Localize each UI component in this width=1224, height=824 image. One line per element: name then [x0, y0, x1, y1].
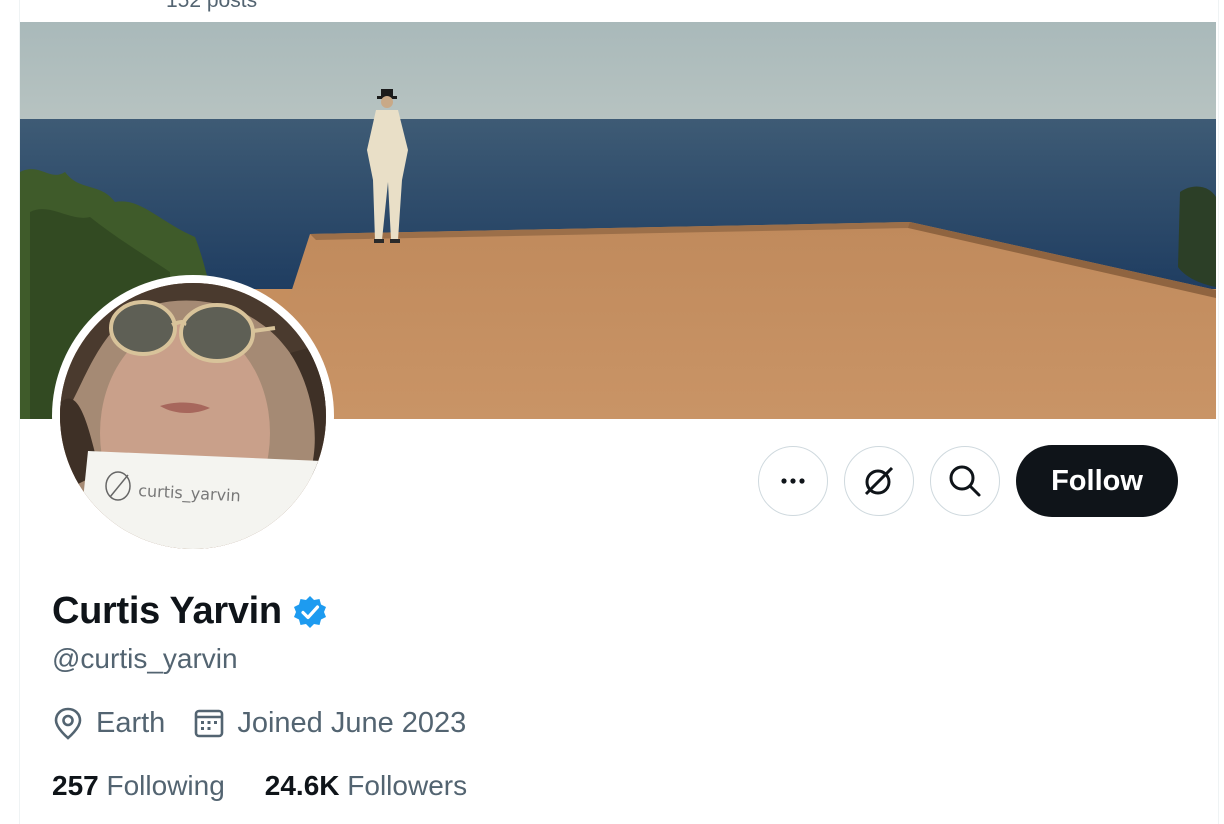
search-icon: [949, 465, 981, 497]
avatar[interactable]: curtis_yarvin: [52, 275, 334, 557]
join-date: Joined June 2023: [193, 707, 466, 740]
posts-count: 152 posts: [166, 0, 258, 12]
following-link[interactable]: 257 Following: [52, 770, 225, 802]
followers-link[interactable]: 24.6K Followers: [265, 770, 467, 802]
display-name: Curtis Yarvin: [52, 590, 282, 632]
follow-button[interactable]: Follow: [1016, 445, 1178, 517]
location-text: Earth: [96, 706, 166, 739]
calendar-icon: [195, 709, 224, 738]
followers-label: Followers: [347, 770, 468, 801]
name-row: Curtis Yarvin: [52, 590, 328, 633]
grok-button[interactable]: [844, 446, 914, 516]
handle: @curtis_yarvin: [52, 643, 238, 674]
following-count: 257: [52, 770, 99, 801]
verified-badge-icon[interactable]: [292, 594, 328, 630]
following-label: Following: [106, 770, 225, 801]
followers-count: 24.6K: [264, 770, 340, 801]
joined-text: Joined June 2023: [237, 706, 467, 739]
search-button[interactable]: [930, 446, 1000, 516]
location: Earth: [52, 706, 165, 740]
location-pin-icon: [54, 707, 82, 740]
grok-icon: [864, 466, 894, 496]
profile-meta: Earth Joined June 2023: [52, 706, 494, 740]
more-button[interactable]: [758, 446, 828, 516]
more-icon: [781, 478, 805, 484]
profile-stats: 257 Following 24.6K Followers: [52, 770, 507, 802]
profile-actions: Follow: [758, 445, 1178, 517]
avatar-photo: curtis_yarvin: [60, 283, 326, 549]
